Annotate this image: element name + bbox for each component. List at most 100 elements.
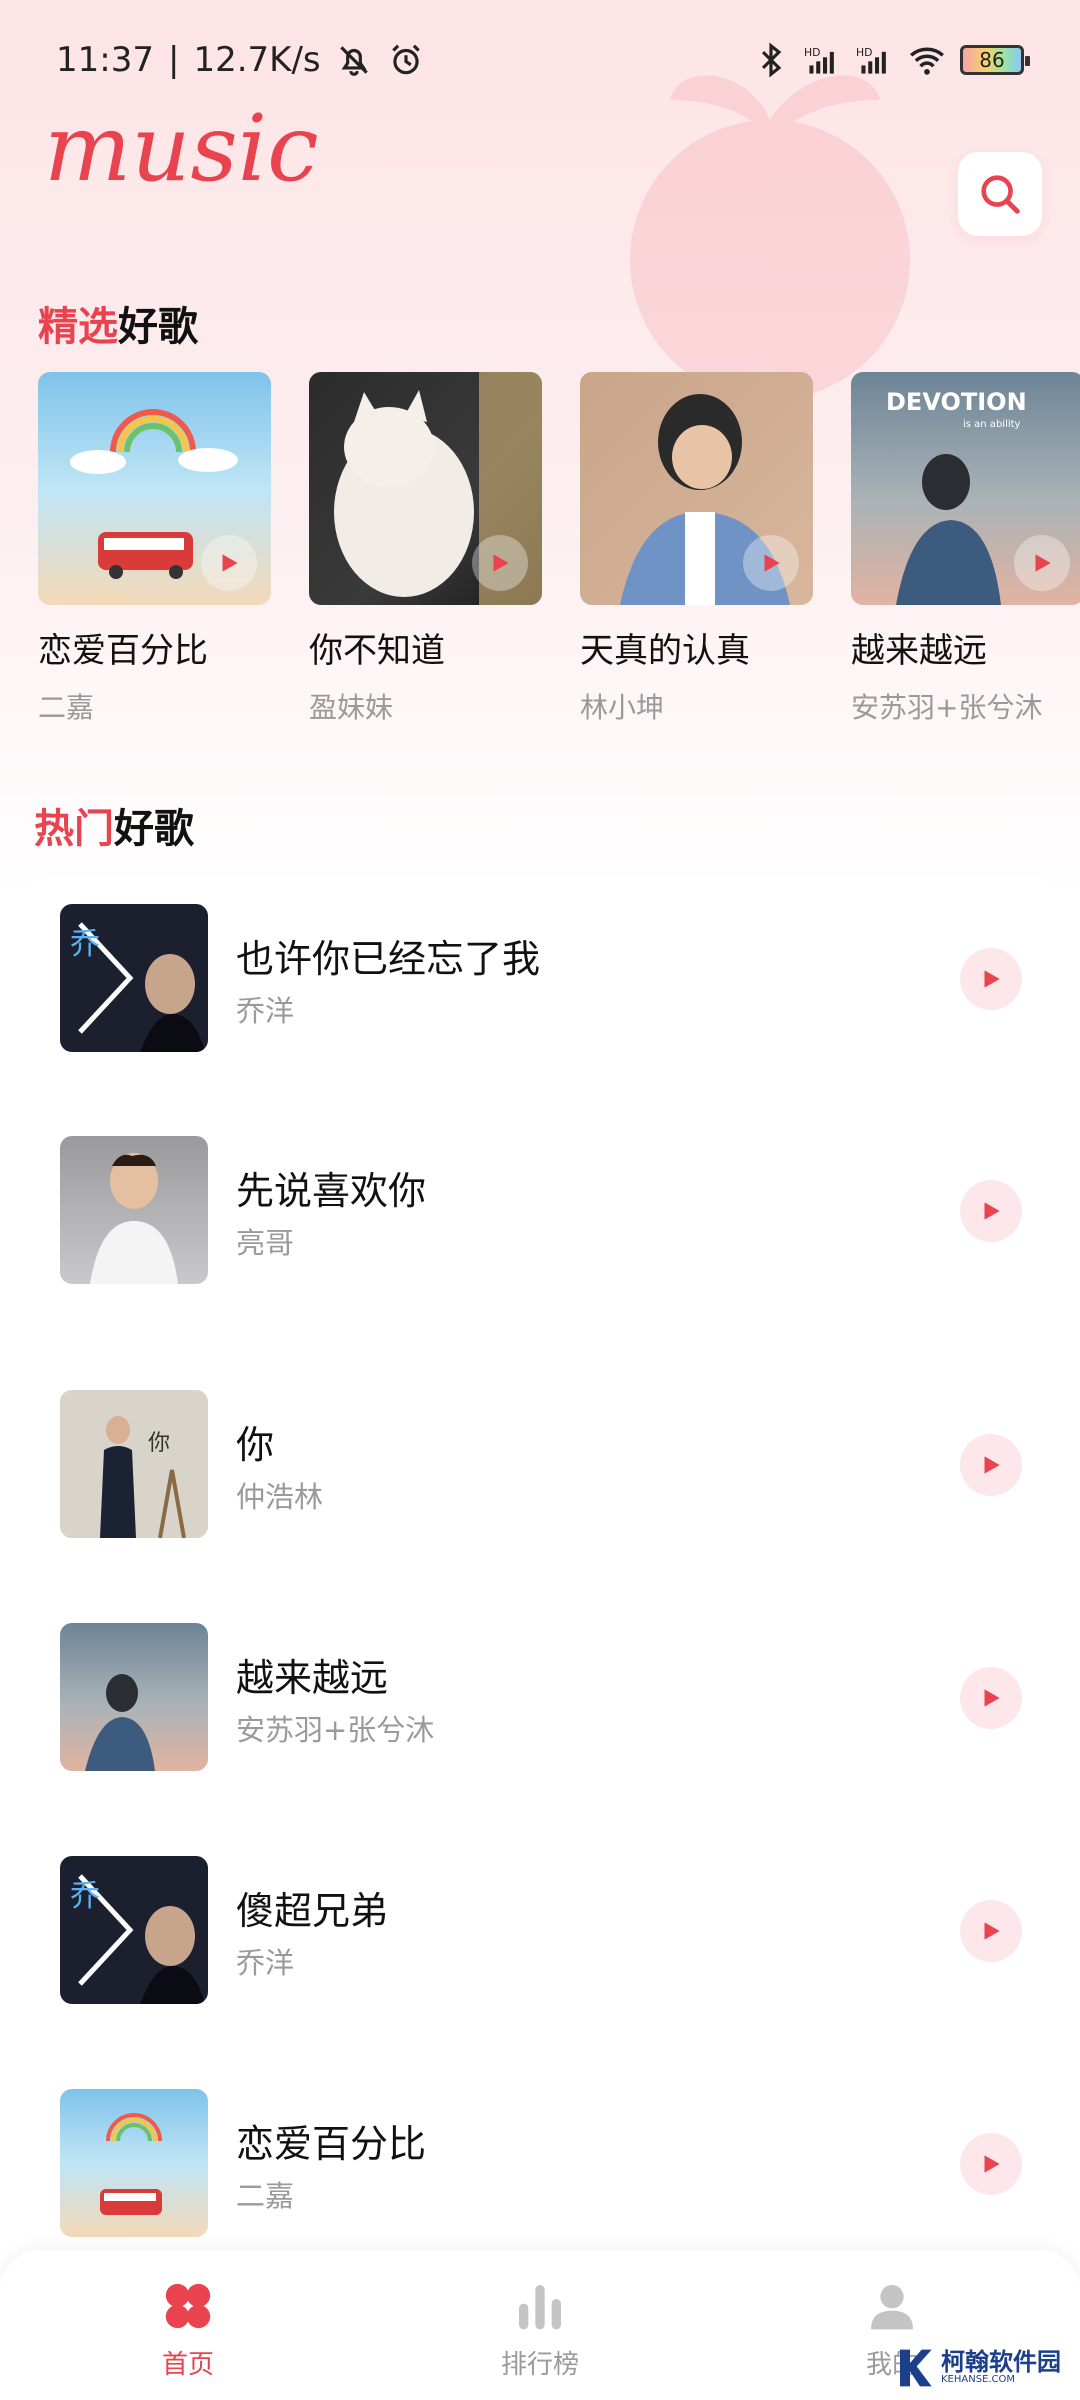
featured-song-artist: 林小坤 bbox=[580, 691, 665, 722]
play-icon bbox=[493, 554, 509, 572]
watermark-text: 柯翰软件园 bbox=[941, 2348, 1061, 2376]
svg-text:你: 你 bbox=[148, 1431, 170, 1456]
featured-song-title: 你不知道 bbox=[309, 631, 445, 671]
song-cover bbox=[60, 1623, 208, 1771]
song-title: 也许你已经忘了我 bbox=[236, 937, 541, 981]
status-time: 11:37 bbox=[56, 40, 154, 80]
featured-card[interactable]: DEVOTION is an ability 越来越远 安苏羽+张兮沐 bbox=[851, 372, 1080, 722]
status-right: HD HD 86 bbox=[752, 41, 1030, 79]
song-title: 越来越远 bbox=[236, 1656, 389, 1700]
music-logo: music bbox=[44, 100, 319, 202]
search-icon bbox=[981, 175, 1020, 214]
featured-card[interactable]: 恋爱百分比 二嘉 bbox=[38, 372, 271, 722]
featured-song-artist: 安苏羽+张兮沐 bbox=[851, 691, 1043, 722]
featured-song-title: 恋爱百分比 bbox=[38, 631, 208, 671]
play-icon bbox=[984, 1456, 1000, 1474]
song-artist: 仲浩林 bbox=[236, 1480, 324, 1514]
svg-text:乔: 乔 bbox=[70, 1879, 100, 1914]
svg-text:HD: HD bbox=[856, 46, 873, 59]
bluetooth-icon bbox=[761, 42, 782, 78]
status-network-speed: 12.7K/s bbox=[193, 40, 321, 80]
hot-title-accent: 热门 bbox=[34, 806, 114, 852]
song-cover bbox=[60, 1136, 208, 1284]
play-icon bbox=[1035, 554, 1051, 572]
song-cover-art bbox=[85, 1674, 155, 1771]
song-title: 先说喜欢你 bbox=[236, 1169, 427, 1213]
featured-song-title: 天真的认真 bbox=[580, 631, 750, 671]
denim-boy-cover bbox=[580, 372, 813, 605]
song-cover-art: 乔 bbox=[70, 1874, 205, 2004]
logo-text: music bbox=[44, 100, 319, 202]
nav-item-home[interactable]: 首页 bbox=[108, 2278, 268, 2381]
chart-bars-icon bbox=[519, 2285, 561, 2330]
play-icon bbox=[222, 554, 238, 572]
hot-title-rest: 好歌 bbox=[114, 806, 194, 852]
alarm-clock-icon bbox=[391, 44, 420, 75]
hot-section-title: 热门好歌 bbox=[34, 796, 194, 854]
featured-play-button[interactable] bbox=[1014, 535, 1070, 591]
search-button[interactable] bbox=[958, 152, 1042, 236]
song-row[interactable]: 恋爱百分比 二嘉 bbox=[60, 2089, 1040, 2239]
devotion-cover-title: DEVOTION bbox=[886, 388, 1027, 416]
song-play-button[interactable] bbox=[960, 1180, 1022, 1242]
song-row[interactable]: 越来越远 安苏羽+张兮沐 bbox=[60, 1623, 1040, 1773]
play-icon bbox=[984, 1202, 1000, 1220]
song-row[interactable]: 乔 傻超兄弟 乔洋 bbox=[60, 1856, 1040, 2006]
svg-text:乔: 乔 bbox=[70, 927, 100, 962]
play-icon bbox=[984, 1689, 1000, 1707]
song-cover: 乔 bbox=[60, 1856, 208, 2004]
featured-carousel[interactable]: 恋爱百分比 二嘉 你不知道 盈妹妹 天真的认真 林小坤 DEVOTION is … bbox=[38, 372, 1080, 722]
song-play-button[interactable] bbox=[960, 1900, 1022, 1962]
nav-label-charts: 排行榜 bbox=[500, 2350, 579, 2380]
user-icon bbox=[871, 2285, 913, 2330]
song-cover-art bbox=[90, 1153, 178, 1284]
song-cover-art: 乔 bbox=[70, 922, 205, 1052]
featured-play-button[interactable] bbox=[472, 535, 528, 591]
site-watermark: 柯翰软件园 KEHANSE.COM bbox=[895, 2340, 1070, 2395]
song-play-button[interactable] bbox=[960, 1434, 1022, 1496]
song-artist: 乔洋 bbox=[236, 1946, 295, 1980]
song-cover-art bbox=[100, 2113, 162, 2215]
status-separator: | bbox=[167, 40, 180, 80]
featured-song-artist: 二嘉 bbox=[38, 691, 95, 722]
watermark-logo-icon bbox=[900, 2349, 932, 2386]
watermark-text-group: 柯翰软件园 KEHANSE.COM bbox=[941, 2350, 1061, 2385]
play-icon bbox=[984, 2155, 1000, 2173]
featured-card[interactable]: 你不知道 盈妹妹 bbox=[309, 372, 542, 722]
featured-play-button[interactable] bbox=[743, 535, 799, 591]
song-row[interactable]: 你 你 仲浩林 bbox=[60, 1390, 1040, 1540]
nav-item-charts[interactable]: 排行榜 bbox=[460, 2278, 620, 2381]
nav-label-home: 首页 bbox=[161, 2350, 214, 2380]
mute-bell-icon bbox=[339, 46, 368, 76]
featured-title-rest: 好歌 bbox=[118, 304, 198, 350]
song-cover-art: 你 bbox=[60, 1390, 208, 1538]
song-cover: 乔 bbox=[60, 904, 208, 1052]
signal-hd-icon-2: HD bbox=[856, 46, 886, 74]
song-cover bbox=[60, 2089, 208, 2237]
devotion-cover-subtitle: is an ability bbox=[963, 419, 1021, 430]
play-icon bbox=[984, 970, 1000, 988]
song-title: 你 bbox=[236, 1423, 275, 1467]
home-grid-icon bbox=[165, 2283, 211, 2329]
song-play-button[interactable] bbox=[960, 948, 1022, 1010]
status-left: 11:37 | 12.7K/s bbox=[56, 40, 425, 80]
devotion-cover: DEVOTION is an ability bbox=[851, 372, 1080, 605]
featured-song-artist: 盈妹妹 bbox=[309, 691, 394, 722]
song-row[interactable]: 乔 也许你已经忘了我 乔洋 bbox=[60, 904, 1040, 1054]
song-title: 傻超兄弟 bbox=[236, 1889, 389, 1933]
wifi-icon bbox=[910, 47, 944, 75]
featured-card[interactable]: 天真的认真 林小坤 bbox=[580, 372, 813, 722]
love-percent-cover bbox=[38, 372, 271, 605]
play-icon bbox=[764, 554, 780, 572]
song-play-button[interactable] bbox=[960, 2133, 1022, 2195]
play-icon bbox=[984, 1922, 1000, 1940]
featured-play-button[interactable] bbox=[201, 535, 257, 591]
svg-text:HD: HD bbox=[804, 46, 821, 59]
song-row[interactable]: 先说喜欢你 亮哥 bbox=[60, 1136, 1040, 1286]
song-cover: 你 bbox=[60, 1390, 208, 1538]
signal-hd-icon: HD bbox=[804, 46, 834, 74]
song-play-button[interactable] bbox=[960, 1667, 1022, 1729]
song-artist: 二嘉 bbox=[236, 2179, 295, 2213]
song-title: 恋爱百分比 bbox=[236, 2122, 427, 2166]
song-artist: 乔洋 bbox=[236, 994, 295, 1028]
